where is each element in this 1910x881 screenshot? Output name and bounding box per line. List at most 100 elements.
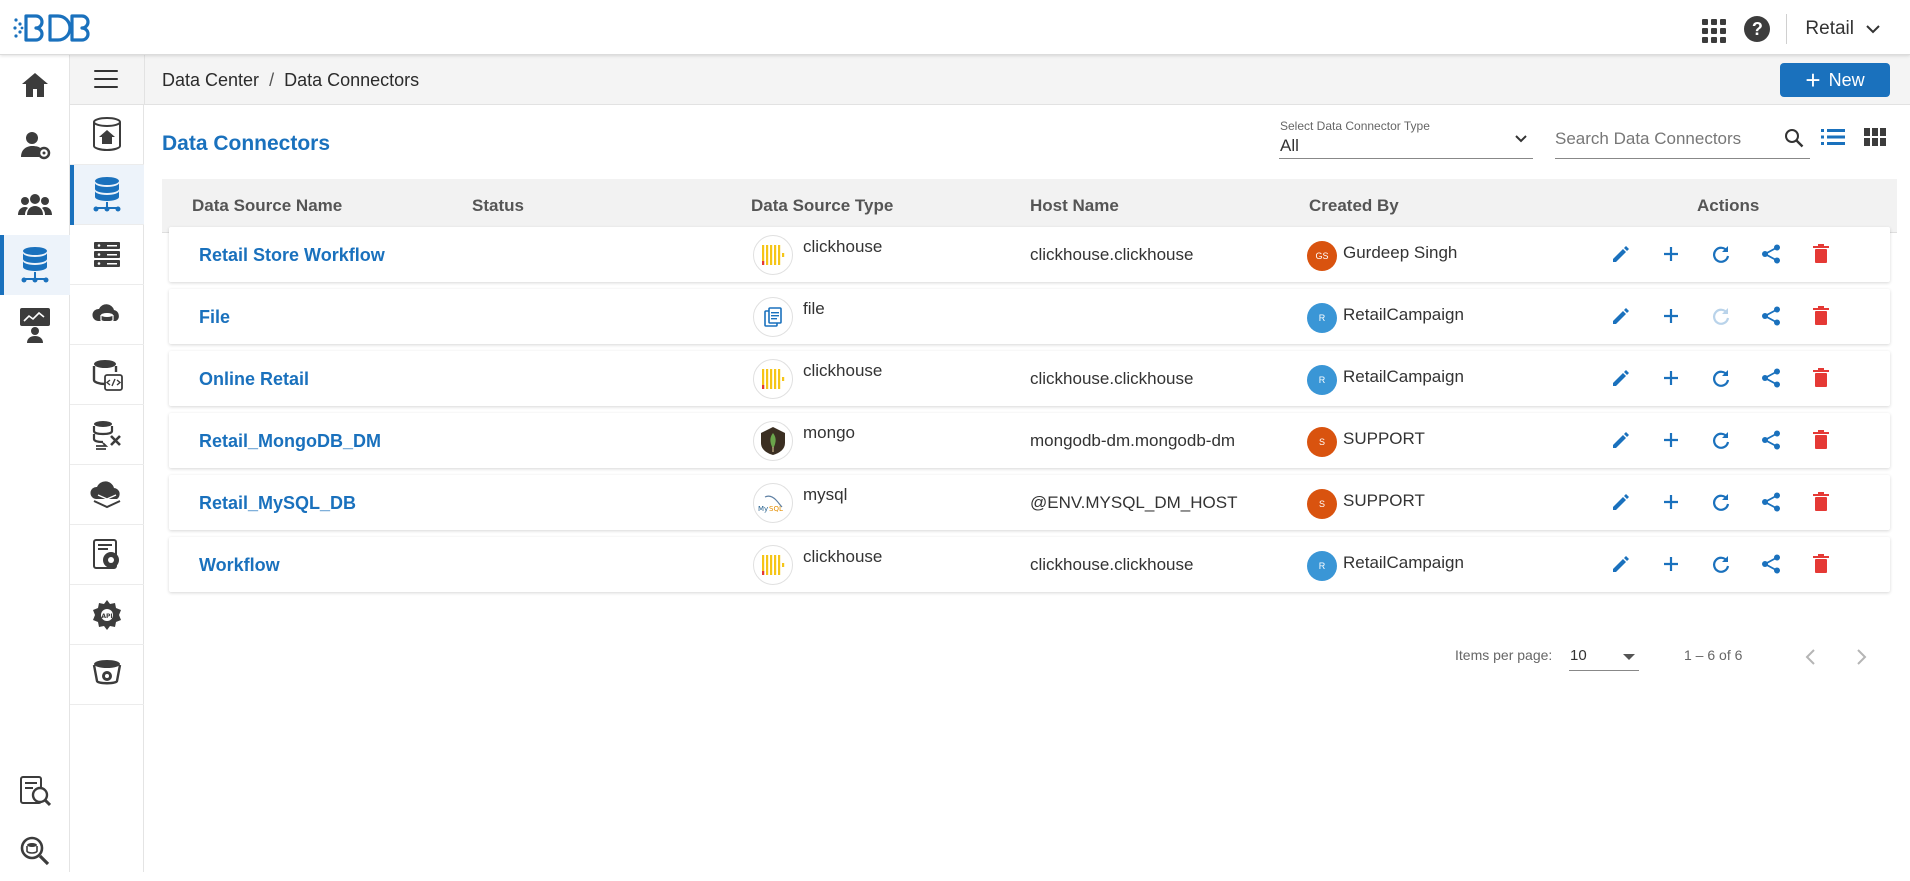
data-source-name[interactable]: File — [199, 307, 230, 328]
subnav-servers[interactable] — [70, 225, 144, 285]
delete-icon[interactable] — [1810, 305, 1832, 327]
column-header-type[interactable]: Data Source Type — [751, 196, 893, 216]
new-button[interactable]: + New — [1780, 63, 1890, 97]
grid-view-icon[interactable] — [1864, 127, 1886, 147]
list-view-icon[interactable] — [1821, 127, 1845, 147]
share-icon[interactable] — [1760, 553, 1782, 575]
add-icon[interactable] — [1660, 491, 1682, 513]
cloud-layers-icon — [90, 480, 121, 508]
delete-icon[interactable] — [1810, 367, 1832, 389]
mysql-icon: My SQL — [753, 483, 793, 523]
share-icon[interactable] — [1760, 367, 1782, 389]
edit-icon[interactable] — [1610, 553, 1632, 575]
breadcrumb-data-center[interactable]: Data Center — [162, 70, 259, 91]
search-icon[interactable] — [1784, 128, 1804, 148]
bdb-logo[interactable] — [12, 12, 96, 44]
data-source-name[interactable]: Workflow — [199, 555, 280, 576]
breadcrumb-bar: Data Center / Data Connectors + New — [70, 55, 1910, 105]
subnav-cloud-db[interactable] — [70, 285, 144, 345]
edit-icon[interactable] — [1610, 429, 1632, 451]
subnav-db-code[interactable] — [70, 345, 144, 405]
table-row[interactable]: File file R RetailCampaign — [169, 289, 1890, 344]
settings-data-icon — [93, 538, 119, 569]
menu-toggle-icon[interactable] — [94, 70, 118, 90]
share-icon[interactable] — [1760, 429, 1782, 451]
add-icon[interactable] — [1660, 305, 1682, 327]
data-source-name[interactable]: Retail_MySQL_DB — [199, 493, 356, 514]
share-icon[interactable] — [1760, 305, 1782, 327]
subnav-bucket[interactable] — [70, 645, 144, 705]
subnav-settings-data[interactable] — [70, 525, 144, 585]
svg-text:SQL: SQL — [769, 505, 783, 513]
refresh-icon[interactable] — [1710, 491, 1732, 513]
share-icon[interactable] — [1760, 243, 1782, 265]
space-selector[interactable]: Retail — [1805, 18, 1882, 40]
edit-icon[interactable] — [1610, 305, 1632, 327]
refresh-icon[interactable] — [1710, 243, 1732, 265]
data-source-name[interactable]: Retail_MongoDB_DM — [199, 431, 381, 452]
table-row[interactable]: Retail Store Workflow clickhouse clickhous… — [169, 227, 1890, 282]
cloud-database-icon — [92, 303, 119, 323]
table-row[interactable]: Retail_MySQL_DB My SQL mysql @ENV.MYSQL_DM_H… — [169, 475, 1890, 530]
breadcrumb-data-connectors: Data Connectors — [284, 70, 420, 90]
refresh-icon[interactable] — [1710, 553, 1732, 575]
subnav-data-connectors[interactable] — [70, 165, 144, 225]
edit-icon[interactable] — [1610, 491, 1632, 513]
host-name: mongodb-dm.mongodb-dm — [1030, 431, 1236, 450]
connector-type-select[interactable]: Select Data Connector Type All — [1279, 115, 1533, 159]
help-circle-icon[interactable]: ? — [1744, 16, 1771, 42]
table-row[interactable]: Workflow clickhouse clickhouse.clickhouse R… — [169, 537, 1890, 592]
share-icon[interactable] — [1760, 491, 1782, 513]
dataset-transform-icon — [92, 420, 121, 450]
table-row[interactable]: Online Retail clickhouse clickhouse.clickh… — [169, 351, 1890, 406]
add-icon[interactable] — [1660, 367, 1682, 389]
subnav-data-home[interactable] — [70, 105, 144, 165]
created-by: RetailCampaign — [1343, 553, 1464, 572]
edit-icon[interactable] — [1610, 367, 1632, 389]
data-source-type: clickhouse — [803, 547, 883, 566]
clickhouse-icon — [753, 235, 793, 275]
refresh-icon[interactable] — [1710, 305, 1732, 327]
subnav-cloud-layers[interactable] — [70, 465, 144, 525]
subnav-api[interactable]: API — [70, 585, 144, 645]
subnav-dataset-transform[interactable] — [70, 405, 144, 465]
apps-grid-icon[interactable] — [1698, 15, 1727, 43]
data-center-subnav: API — [70, 105, 144, 872]
clickhouse-icon — [753, 545, 793, 585]
add-icon[interactable] — [1660, 553, 1682, 575]
file-icon — [753, 297, 793, 337]
data-source-name[interactable]: Retail Store Workflow — [199, 245, 385, 266]
chevron-left-icon[interactable] — [1800, 645, 1822, 669]
nav-presentation[interactable] — [0, 295, 70, 355]
mongodb-icon — [753, 421, 793, 461]
nav-home[interactable] — [0, 55, 70, 115]
chevron-right-icon[interactable] — [1850, 645, 1872, 669]
delete-icon[interactable] — [1810, 429, 1832, 451]
items-per-page-select[interactable]: 10 — [1569, 641, 1639, 671]
delete-icon[interactable] — [1810, 553, 1832, 575]
created-by: SUPPORT — [1343, 491, 1425, 510]
refresh-icon[interactable] — [1710, 429, 1732, 451]
table-row[interactable]: Retail_MongoDB_DM mongo mongodb-dm.mongodb… — [169, 413, 1890, 468]
data-source-name[interactable]: Online Retail — [199, 369, 309, 390]
nav-data-center[interactable] — [0, 235, 70, 295]
column-header-created-by[interactable]: Created By — [1309, 196, 1399, 216]
nav-user-settings[interactable] — [0, 115, 70, 175]
nav-users[interactable] — [0, 175, 70, 235]
refresh-icon[interactable] — [1710, 367, 1732, 389]
column-header-host[interactable]: Host Name — [1030, 196, 1119, 216]
add-icon[interactable] — [1660, 429, 1682, 451]
column-header-actions: Actions — [1697, 196, 1760, 215]
delete-icon[interactable] — [1810, 243, 1832, 265]
column-header-status[interactable]: Status — [472, 196, 524, 216]
delete-icon[interactable] — [1810, 491, 1832, 513]
breadcrumb-separator: / — [269, 70, 275, 90]
nav-search[interactable] — [0, 821, 70, 881]
chevron-down-icon — [1515, 135, 1527, 143]
search-input[interactable] — [1555, 127, 1770, 151]
add-icon[interactable] — [1660, 243, 1682, 265]
column-header-name[interactable]: Data Source Name — [192, 196, 342, 216]
nav-data-search[interactable] — [0, 761, 70, 821]
edit-icon[interactable] — [1610, 243, 1632, 265]
created-by: RetailCampaign — [1343, 367, 1464, 386]
